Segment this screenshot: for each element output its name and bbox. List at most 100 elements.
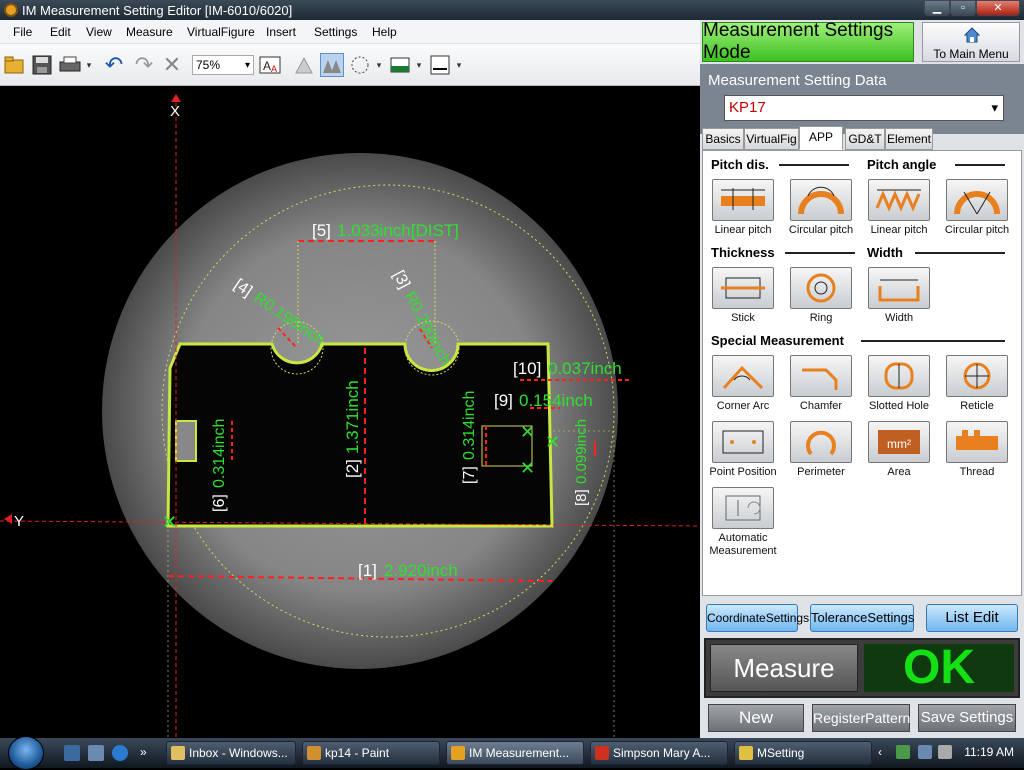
svg-text:A: A [263,59,271,73]
delete-icon[interactable]: ✕ [160,52,184,77]
tool-point-position[interactable]: Point Position [707,421,779,479]
tool-linear-pitch-dis[interactable]: Linear pitch [707,179,779,237]
tool-thread[interactable]: Thread [941,421,1013,479]
tool-label: Chamfer [799,400,843,412]
width-dropdown-icon[interactable]: ▾ [454,53,464,77]
to-main-menu-button[interactable]: To Main Menu [922,22,1020,62]
m8-index: [8] [573,489,590,506]
tool-label: Automatic Measurement [709,532,777,557]
start-button[interactable] [8,736,44,770]
tool-circular-pitch-angle[interactable]: Circular pitch [941,179,1013,237]
tool-corner-arc[interactable]: Corner Arc [707,355,779,413]
tool-linear-pitch-angle[interactable]: Linear pitch [863,179,935,237]
network-icon[interactable] [918,745,932,759]
close-button[interactable]: ✕ [976,0,1020,16]
measurement-image-area[interactable]: X Y ✕ ✕ ✕ ✕ [1] 2.920inch [2] 1.371inch [0,86,700,738]
save-settings-button[interactable]: Save Settings [918,704,1016,732]
measurement-settings-mode-button[interactable]: Measurement Settings Mode [702,20,914,63]
toolbar: ▾ ↶ ↷ ✕ 75% AA ▾ ▾ ▾ [0,44,700,86]
tool-reticle[interactable]: Reticle [941,355,1013,413]
m5-index: [5] [312,221,331,240]
axis-y-label: Y [14,513,24,530]
tab-basics[interactable]: Basics [702,128,744,150]
minimize-button[interactable]: ▁ [924,0,950,16]
tool-circular-pitch-dis[interactable]: Circular pitch [785,179,857,237]
point-position-icon [722,430,764,454]
open-icon[interactable] [2,53,26,77]
tolerance-settings-button[interactable]: ToleranceSettings [810,604,914,632]
list-edit-button[interactable]: List Edit [926,604,1018,632]
volume-icon[interactable] [938,745,952,759]
save-icon[interactable] [30,53,54,77]
measure-button[interactable]: Measure [710,644,858,692]
taskbar-item-simpson[interactable]: Simpson Mary A... [590,741,728,765]
tool-stick[interactable]: Stick [707,267,779,325]
m6-index: [6] [211,494,228,512]
axis-x-label: X [170,103,180,120]
maximize-button[interactable]: ▫ [950,0,976,16]
clock[interactable]: 11:19 AM [964,745,1014,759]
ie-icon[interactable] [112,745,128,761]
select-region-icon[interactable] [348,53,372,77]
settings-title: Measurement Setting Data [708,72,887,89]
tab-element[interactable]: Element [885,128,933,150]
tool-perimeter[interactable]: Perimeter [785,421,857,479]
menu-measure[interactable]: Measure [126,25,173,39]
menu-file[interactable]: File [13,25,32,39]
tray-app-icon[interactable] [896,745,910,759]
left-notch [175,420,197,462]
tool-chamfer[interactable]: Chamfer [785,355,857,413]
text-style-icon[interactable]: AA [258,53,282,77]
taskbar-item-inbox[interactable]: Inbox - Windows... [166,741,296,765]
tool-label: Circular pitch [788,224,854,236]
m10-value: 0.037inch [548,359,622,378]
menu-settings[interactable]: Settings [314,25,357,39]
section-pitch-angle: Pitch angle [867,157,937,172]
undo-icon[interactable]: ↶ [102,52,126,77]
show-desktop-icon[interactable] [64,745,80,761]
section-divider [955,164,1005,166]
print-dropdown-icon[interactable]: ▾ [84,53,94,77]
tool-area[interactable]: mm² Area [863,421,935,479]
image-tool-icon[interactable] [292,53,316,77]
tool-width[interactable]: Width [863,267,935,325]
print-icon[interactable] [58,53,82,77]
taskbar-item-im-measurement[interactable]: IM Measurement... [446,741,584,765]
tray-expand-icon[interactable]: ‹ [878,745,894,761]
coordinate-settings-button[interactable]: CoordinateSettings [706,604,809,632]
redo-icon[interactable]: ↷ [132,52,156,77]
taskbar-item-paint[interactable]: kp14 - Paint [302,741,440,765]
tab-gdt[interactable]: GD&T [845,128,885,150]
taskbar-item-msetting[interactable]: MSetting [734,741,872,765]
point-marker-b: ✕ [520,458,535,478]
region-dropdown-icon[interactable]: ▾ [374,53,384,77]
color-dropdown-icon[interactable]: ▾ [414,53,424,77]
register-pattern-button[interactable]: RegisterPattern [812,704,910,732]
menu-view[interactable]: View [86,25,112,39]
menu-virtualfigure[interactable]: VirtualFigure [187,25,255,39]
setting-select[interactable]: KP17 [724,95,1004,121]
display-tool-icon[interactable] [320,53,344,77]
measurement-canvas[interactable]: X Y ✕ ✕ ✕ ✕ [1] 2.920inch [2] 1.371inch [0,86,700,738]
line-color-icon[interactable] [388,53,412,77]
tab-app[interactable]: APP [799,126,843,150]
menu-insert[interactable]: Insert [266,25,296,39]
menu-edit[interactable]: Edit [50,25,71,39]
house-icon [963,27,981,43]
slotted-hole-icon [884,362,914,390]
tool-ring[interactable]: Ring [785,267,857,325]
reticle-icon [963,362,991,390]
new-button[interactable]: New [708,704,804,732]
tab-virtualfig[interactable]: VirtualFig [744,128,799,150]
tool-slotted-hole[interactable]: Slotted Hole [863,355,935,413]
tool-label: Linear pitch [714,224,772,236]
tool-label: Area [887,466,911,478]
menu-help[interactable]: Help [372,25,397,39]
m8-value: 0.099inch [573,419,590,484]
more-icon[interactable]: » [140,745,156,761]
switch-windows-icon[interactable] [88,745,104,761]
chamfer-icon [802,368,838,390]
line-width-icon[interactable] [428,53,452,77]
tool-automatic-measurement[interactable]: Automatic Measurement [707,487,779,558]
zoom-select[interactable]: 75% [192,55,254,75]
